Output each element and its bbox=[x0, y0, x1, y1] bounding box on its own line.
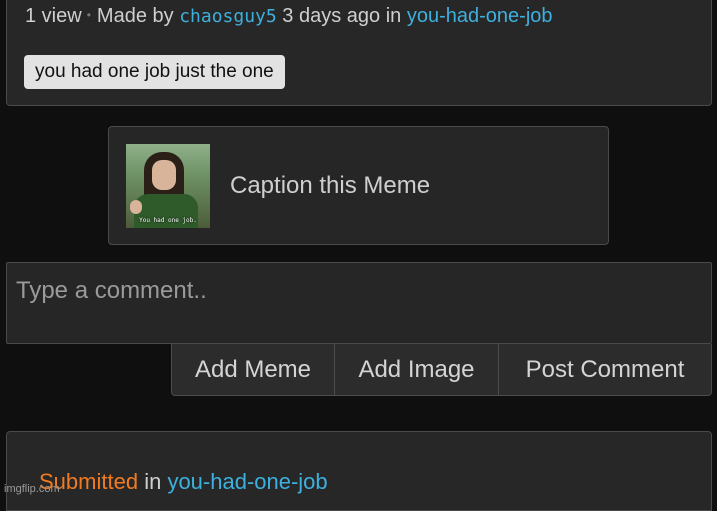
time-ago: 3 days ago bbox=[282, 5, 381, 27]
comment-input[interactable]: Type a comment.. bbox=[6, 262, 712, 344]
add-image-button[interactable]: Add Image bbox=[335, 344, 499, 396]
thumbnail-subtitle: You had one job. bbox=[139, 217, 197, 224]
comment-actions: Add Meme Add Image Post Comment bbox=[171, 344, 712, 396]
caption-this-meme-card[interactable]: You had one job. Caption this Meme bbox=[108, 126, 609, 245]
stream-link[interactable]: you-had-one-job bbox=[407, 5, 553, 27]
submission-stream-link[interactable]: you-had-one-job bbox=[167, 469, 327, 494]
add-meme-button[interactable]: Add Meme bbox=[171, 344, 335, 396]
caption-this-meme-label[interactable]: Caption this Meme bbox=[230, 172, 430, 200]
meme-info-panel: 1 view • Made by chaosguy5 3 days ago in y… bbox=[6, 0, 712, 106]
submission-in-label: in bbox=[144, 469, 162, 494]
meme-tag[interactable]: you had one job just the one bbox=[24, 55, 285, 89]
view-count: 1 view bbox=[25, 5, 82, 27]
post-comment-button[interactable]: Post Comment bbox=[499, 344, 712, 396]
imgflip-watermark: imgflip.com bbox=[4, 483, 60, 495]
submission-line: Submitted in you-had-one-job bbox=[39, 469, 328, 495]
author-username-link[interactable]: chaosguy5 bbox=[179, 6, 277, 27]
submission-panel: Submitted in you-had-one-job bbox=[6, 431, 712, 511]
meme-meta-line: 1 view • Made by chaosguy5 3 days ago in y… bbox=[25, 5, 553, 28]
separator-dot: • bbox=[86, 8, 91, 22]
comment-placeholder: Type a comment.. bbox=[16, 277, 207, 304]
made-by-label: Made by bbox=[96, 5, 174, 27]
in-label: in bbox=[385, 5, 402, 27]
meme-template-thumbnail[interactable]: You had one job. bbox=[126, 144, 210, 228]
